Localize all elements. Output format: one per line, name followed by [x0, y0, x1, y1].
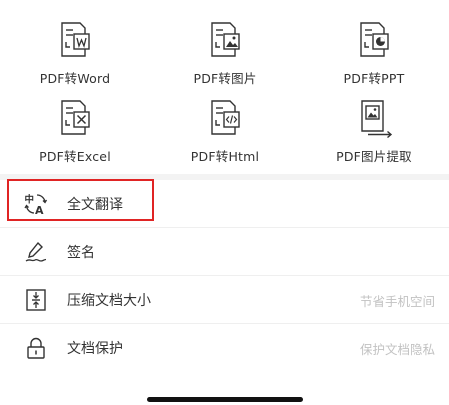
document-protection-item[interactable]: 文档保护 保护文档隐私: [0, 324, 449, 372]
pdf-to-excel-icon: [61, 100, 90, 135]
pdf-to-word-icon: [61, 22, 90, 57]
pdf-to-html-icon: [211, 100, 240, 135]
pdf-image-extract-icon: [361, 100, 393, 138]
pdf-to-ppt-icon: [360, 22, 389, 57]
lock-icon: [27, 337, 45, 359]
pdf-to-excel-button[interactable]: PDF转Excel: [0, 98, 150, 165]
highlight-box: [7, 179, 154, 221]
pdf-to-image-button[interactable]: PDF转图片: [150, 20, 300, 87]
tool-grid: PDF转Word PDF转图片 PDF转PPT PDF转Excel PDF转Ht…: [0, 0, 449, 174]
pdf-to-word-button[interactable]: PDF转Word: [0, 20, 150, 87]
compress-icon: [26, 289, 46, 311]
pdf-to-ppt-button[interactable]: PDF转PPT: [299, 20, 449, 87]
item-label: 压缩文档大小: [67, 293, 151, 309]
compress-document-item[interactable]: 压缩文档大小 节省手机空间: [0, 276, 449, 324]
pdf-to-image-icon: [211, 22, 240, 57]
tool-label: PDF转Excel: [39, 149, 111, 164]
item-label: 文档保护: [67, 341, 123, 357]
tool-label: PDF图片提取: [336, 149, 412, 164]
signature-icon: [25, 241, 47, 262]
pdf-image-extract-button[interactable]: PDF图片提取: [299, 98, 449, 165]
item-hint: 节省手机空间: [359, 294, 435, 309]
tool-label: PDF转Html: [190, 149, 260, 164]
home-indicator[interactable]: [147, 397, 303, 402]
item-hint: 保护文档隐私: [359, 342, 435, 357]
signature-item[interactable]: 签名: [0, 228, 449, 276]
item-label: 签名: [67, 245, 95, 261]
tool-label: PDF转Word: [39, 71, 111, 86]
pdf-to-html-button[interactable]: PDF转Html: [150, 98, 300, 165]
tool-label: PDF转PPT: [343, 71, 405, 86]
tool-label: PDF转图片: [193, 71, 257, 86]
